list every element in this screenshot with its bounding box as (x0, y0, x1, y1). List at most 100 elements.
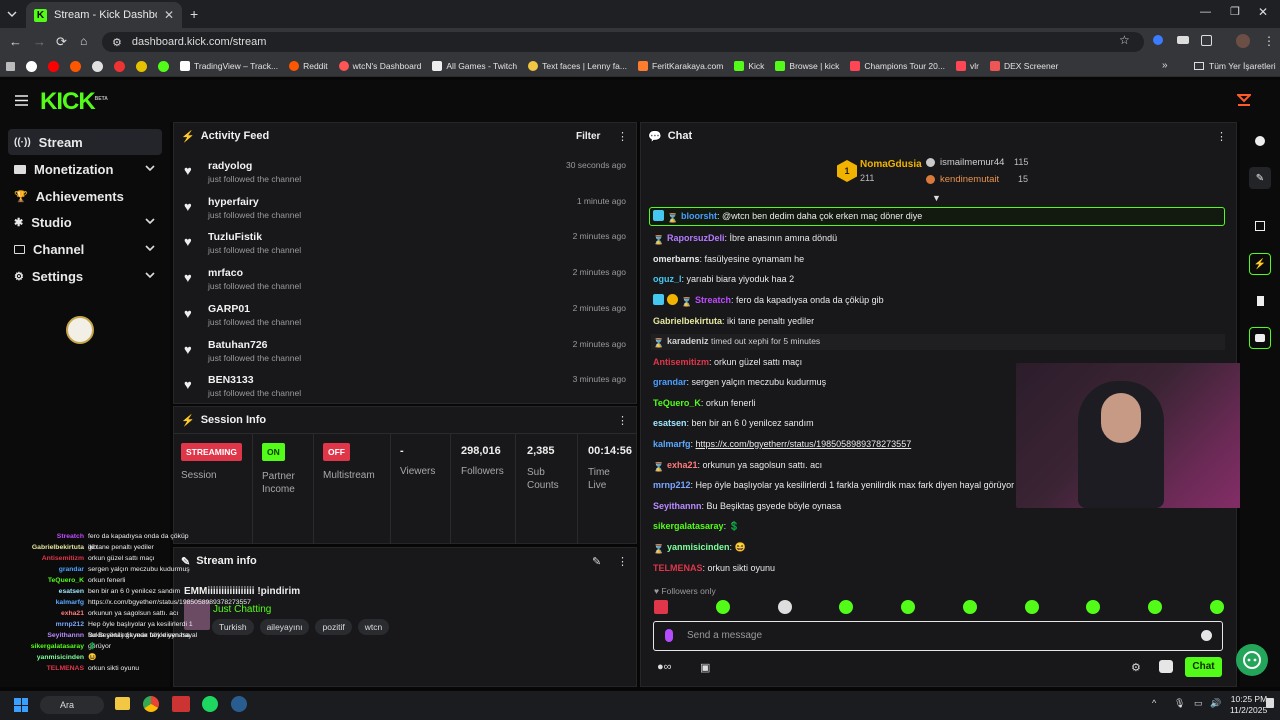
follower-name[interactable]: hyperfairy (208, 196, 259, 208)
sidebar-item-achievements[interactable]: 🏆 Achievements (8, 183, 162, 209)
top-gifter-name[interactable]: NomaGdusia (860, 159, 922, 170)
chat-text[interactable]: https://x.com/bgyetherr/status/198505898… (696, 439, 912, 449)
bookmark-item[interactable]: Kick (734, 61, 764, 71)
emote-icon[interactable] (1209, 600, 1224, 614)
chat-toggle-icon[interactable] (1249, 327, 1271, 349)
chat-settings-gear-icon[interactable]: ⚙ (1131, 661, 1141, 674)
chat-username[interactable]: omerbarns (653, 254, 700, 264)
filter-button[interactable]: Filter (576, 131, 600, 142)
maximize-icon[interactable]: ❐ (1230, 5, 1240, 18)
chat-username[interactable]: yanmisicinden (667, 542, 730, 552)
chat-username[interactable]: Streatch (695, 295, 731, 305)
store-icon[interactable]: ▣ (700, 661, 710, 674)
chat-username[interactable]: oguz_l (653, 274, 682, 284)
window-close-icon[interactable]: ✕ (1258, 5, 1268, 19)
microphone-icon[interactable] (665, 629, 673, 642)
quick-actions-icon[interactable]: ⚡ (1249, 253, 1271, 275)
extension-icon[interactable] (1177, 36, 1189, 44)
chat-username[interactable]: sikergalatasaray (653, 521, 724, 531)
tag[interactable]: pozitif (315, 619, 352, 635)
more-options-icon[interactable]: ⋮ (617, 414, 628, 427)
more-options-icon[interactable]: ⋮ (617, 555, 628, 568)
pinned-expand-icon[interactable]: ▼ (932, 193, 941, 203)
channel-avatar[interactable] (66, 316, 94, 344)
bookmark-item[interactable]: wtcN's Dashboard (338, 61, 421, 71)
edit-icon[interactable]: ✎ (592, 555, 601, 568)
youtube-bookmark-icon[interactable] (48, 60, 59, 72)
address-bar[interactable]: ⚙ dashboard.kick.com/stream (102, 32, 1144, 52)
emote-icon[interactable] (654, 600, 668, 614)
taskbar-clock[interactable]: 10:25 PM 11/2/2025 (1230, 694, 1267, 716)
emote-icon[interactable] (839, 600, 854, 614)
moderator-name[interactable]: karadeniz (667, 336, 709, 346)
sidebar-item-studio[interactable]: ✱ Studio (8, 209, 162, 235)
spotify-icon[interactable] (202, 696, 218, 712)
bookmark-item[interactable]: Browse | kick (775, 61, 839, 71)
info-icon[interactable] (1249, 130, 1271, 152)
notification-icon[interactable] (1266, 698, 1274, 708)
browser-menu-icon[interactable]: ⋮ (1263, 34, 1275, 48)
more-options-icon[interactable]: ⋮ (1216, 130, 1227, 143)
chat-username[interactable]: mrnp212 (653, 480, 691, 490)
emote-icon[interactable] (1086, 600, 1101, 614)
sidebar-item-settings[interactable]: ⚙ Settings (8, 263, 162, 289)
back-icon[interactable]: ← (9, 34, 22, 49)
tag[interactable]: wtcn (357, 619, 390, 635)
third-gifter-name[interactable]: kendinemutait (940, 174, 999, 185)
follower-name[interactable]: GARP01 (208, 303, 250, 315)
network-icon[interactable]: ▭ (1194, 698, 1203, 709)
follower-name[interactable]: mrfaco (208, 267, 243, 279)
bookmark-item[interactable]: FeritKarakaya.com (638, 61, 723, 71)
emote-icon[interactable] (901, 600, 916, 614)
new-tab-icon[interactable]: + (190, 6, 198, 22)
edit-layout-icon[interactable]: ✎ (1249, 167, 1271, 189)
tray-chevron-icon[interactable]: ^ (1152, 698, 1156, 708)
bookmark-icon[interactable] (136, 60, 147, 72)
profile-avatar[interactable] (1236, 34, 1250, 48)
all-bookmarks[interactable]: Tüm Yer İşaretleri (1194, 61, 1276, 71)
chat-username[interactable]: Antisemitizm (653, 357, 709, 367)
hamburger-menu-icon[interactable] (15, 95, 28, 106)
bookmark-item[interactable]: Text faces | Lenny fa... (528, 61, 627, 71)
extensions-puzzle-icon[interactable] (1201, 35, 1212, 46)
send-chat-button[interactable]: Chat (1185, 657, 1222, 677)
file-explorer-icon[interactable] (115, 697, 130, 710)
notes-icon[interactable] (1249, 290, 1271, 312)
emote-icon[interactable] (715, 600, 730, 614)
follower-name[interactable]: BEN3133 (208, 374, 254, 386)
site-info-icon[interactable]: ⚙ (112, 36, 122, 49)
reload-icon[interactable]: ⟳ (56, 34, 67, 50)
kick-logo[interactable]: KICKBETA (40, 88, 108, 116)
volume-icon[interactable]: 🔊 (1210, 698, 1221, 709)
home-icon[interactable]: ⌂ (80, 34, 87, 48)
reddit-bookmark-icon[interactable] (70, 60, 81, 72)
tag[interactable]: Turkish (212, 619, 254, 635)
bookmark-star-icon[interactable]: ☆ (1119, 33, 1130, 47)
chat-username[interactable]: bloorsht (681, 211, 717, 221)
emote-icon[interactable] (1159, 660, 1173, 673)
chat-username[interactable]: kalmarfg (653, 439, 691, 449)
emote-icon[interactable] (1148, 600, 1163, 614)
screen-capture-icon[interactable] (1249, 215, 1271, 237)
x-bookmark-icon[interactable] (26, 60, 37, 72)
chat-username[interactable]: exha21 (667, 460, 698, 470)
steam-icon[interactable] (231, 696, 247, 712)
taskbar-search[interactable]: Ara (40, 696, 104, 714)
emote-icon[interactable] (1024, 600, 1039, 614)
bookmark-item[interactable]: Champions Tour 20... (850, 61, 945, 71)
chat-username[interactable]: RaporsuzDeli (667, 233, 725, 243)
bookmark-item[interactable]: vlr (955, 61, 979, 71)
tab-search-icon[interactable] (6, 8, 18, 20)
chat-username[interactable]: Seyithannn (653, 501, 702, 511)
sidebar-item-channel[interactable]: Channel (8, 236, 162, 262)
chat-username[interactable]: Gabrielbekirtuta (653, 316, 722, 326)
forward-icon[interactable]: → (33, 34, 46, 49)
more-options-icon[interactable]: ⋮ (617, 130, 628, 143)
emote-icon[interactable] (777, 600, 792, 614)
tab-close-icon[interactable]: ✕ (164, 8, 174, 22)
follower-name[interactable]: radyolog (208, 160, 252, 172)
more-bookmarks-icon[interactable]: » (1162, 60, 1168, 71)
bookmark-item[interactable]: Reddit (289, 61, 328, 71)
user-avatar[interactable] (1237, 93, 1251, 107)
bookmark-icon[interactable] (158, 60, 169, 72)
